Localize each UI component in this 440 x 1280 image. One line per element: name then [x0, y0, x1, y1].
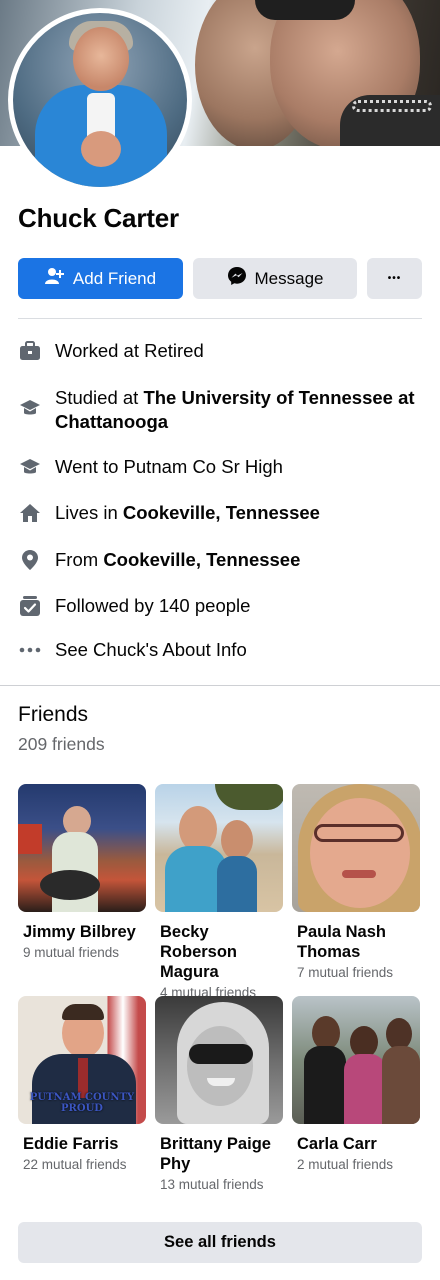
photo-glasses [314, 824, 404, 842]
messenger-icon [227, 266, 247, 291]
add-friend-label: Add Friend [72, 268, 157, 288]
intro-work-text: Worked at Retired [55, 340, 204, 361]
photo-person-2-body [217, 856, 257, 912]
photo-mouth [342, 870, 376, 878]
friend-card[interactable]: Becky Roberson Magura 4 mutual friends [155, 784, 283, 1000]
see-about-info-text: See Chuck's About Info [55, 639, 247, 660]
friend-name[interactable]: Brittany Paige Phy [155, 1134, 283, 1174]
friend-photo [18, 784, 146, 912]
friend-name[interactable]: Becky Roberson Magura [155, 922, 283, 982]
friend-name[interactable]: Jimmy Bilbrey [18, 922, 146, 942]
cover-sunglasses [255, 0, 355, 20]
friend-name[interactable]: Carla Carr [292, 1134, 420, 1154]
friend-mutual: 7 mutual friends [297, 965, 394, 980]
photo-person-1-face [312, 1016, 340, 1050]
friend-name[interactable]: Eddie Farris [18, 1134, 146, 1154]
friend-photo [155, 784, 283, 912]
friend-photo [292, 996, 420, 1124]
intro-education[interactable]: Studied at The University of Tennessee a… [18, 386, 422, 434]
more-options-label: ••• [387, 273, 402, 284]
friend-mutual: 13 mutual friends [160, 1177, 264, 1192]
photo-face [187, 1026, 253, 1106]
see-all-friends-button[interactable]: See all friends [18, 1222, 422, 1263]
cover-chain [352, 100, 432, 112]
add-friend-icon [44, 267, 65, 290]
intro-lives[interactable]: Lives in Cookeville, Tennessee [18, 501, 422, 525]
intro-lives-text: Lives in Cookeville, Tennessee [55, 502, 320, 523]
photo-smile [207, 1078, 235, 1086]
message-button[interactable]: Message [193, 258, 357, 299]
house-icon [18, 501, 42, 525]
avatar-hands [81, 131, 121, 167]
photo-sunglasses [189, 1044, 253, 1064]
avatar-face [73, 27, 129, 91]
photo-overlay-text: PUTNAM COUNTY PROUD [29, 1092, 135, 1114]
graduation-cap-icon [18, 396, 42, 420]
location-pin-icon [18, 548, 42, 572]
message-label: Message [254, 268, 324, 288]
more-options-button[interactable]: ••• [367, 258, 422, 299]
ellipsis-icon [18, 638, 42, 662]
section-divider [0, 685, 440, 686]
followers-icon [18, 594, 42, 618]
friend-photo [292, 784, 420, 912]
intro-followers-text: Followed by 140 people [55, 595, 251, 616]
intro-followers: Followed by 140 people [18, 594, 422, 618]
photo-person-1-body [304, 1046, 346, 1124]
intro-school-text: Went to Putnam Co Sr High [55, 456, 283, 477]
intro-from-text: From Cookeville, Tennessee [55, 549, 301, 570]
friend-photo [155, 996, 283, 1124]
friend-name[interactable]: Paula Nash Thomas [292, 922, 420, 962]
profile-picture[interactable] [8, 8, 192, 192]
intro-school: Went to Putnam Co Sr High [18, 455, 422, 479]
photo-hair [62, 1004, 104, 1020]
photo-tree [215, 784, 283, 810]
photo-face [310, 798, 410, 908]
friends-title: Friends [18, 703, 89, 726]
friend-card[interactable]: PUTNAM COUNTY PROUD Eddie Farris 22 mutu… [18, 996, 146, 1172]
graduation-cap-icon [18, 455, 42, 479]
photo-sign [18, 824, 42, 854]
add-friend-button[interactable]: Add Friend [18, 258, 183, 299]
friend-card[interactable]: Paula Nash Thomas 7 mutual friends [292, 784, 420, 980]
friend-mutual: 22 mutual friends [23, 1157, 127, 1172]
friend-card[interactable]: Jimmy Bilbrey 9 mutual friends [18, 784, 146, 960]
profile-name: Chuck Carter [18, 203, 179, 233]
photo-person-2-body [344, 1054, 386, 1124]
friend-photo: PUTNAM COUNTY PROUD [18, 996, 146, 1124]
see-about-info-link[interactable]: See Chuck's About Info [18, 638, 422, 662]
intro-education-text: Studied at The University of Tennessee a… [55, 387, 415, 432]
photo-person-2-face [221, 820, 253, 860]
see-all-friends-label: See all friends [164, 1233, 276, 1251]
friends-count: 209 friends [18, 734, 105, 754]
friend-card[interactable]: Brittany Paige Phy 13 mutual friends [155, 996, 283, 1192]
avatar [13, 13, 187, 187]
friend-mutual: 9 mutual friends [23, 945, 120, 960]
photo-person-3-body [382, 1046, 420, 1124]
intro-work: Worked at Retired [18, 339, 422, 363]
friend-mutual: 2 mutual friends [297, 1157, 394, 1172]
divider [18, 318, 422, 319]
briefcase-icon [18, 339, 42, 363]
intro-from[interactable]: From Cookeville, Tennessee [18, 548, 422, 572]
photo-guitar [40, 870, 100, 900]
friend-card[interactable]: Carla Carr 2 mutual friends [292, 996, 420, 1172]
